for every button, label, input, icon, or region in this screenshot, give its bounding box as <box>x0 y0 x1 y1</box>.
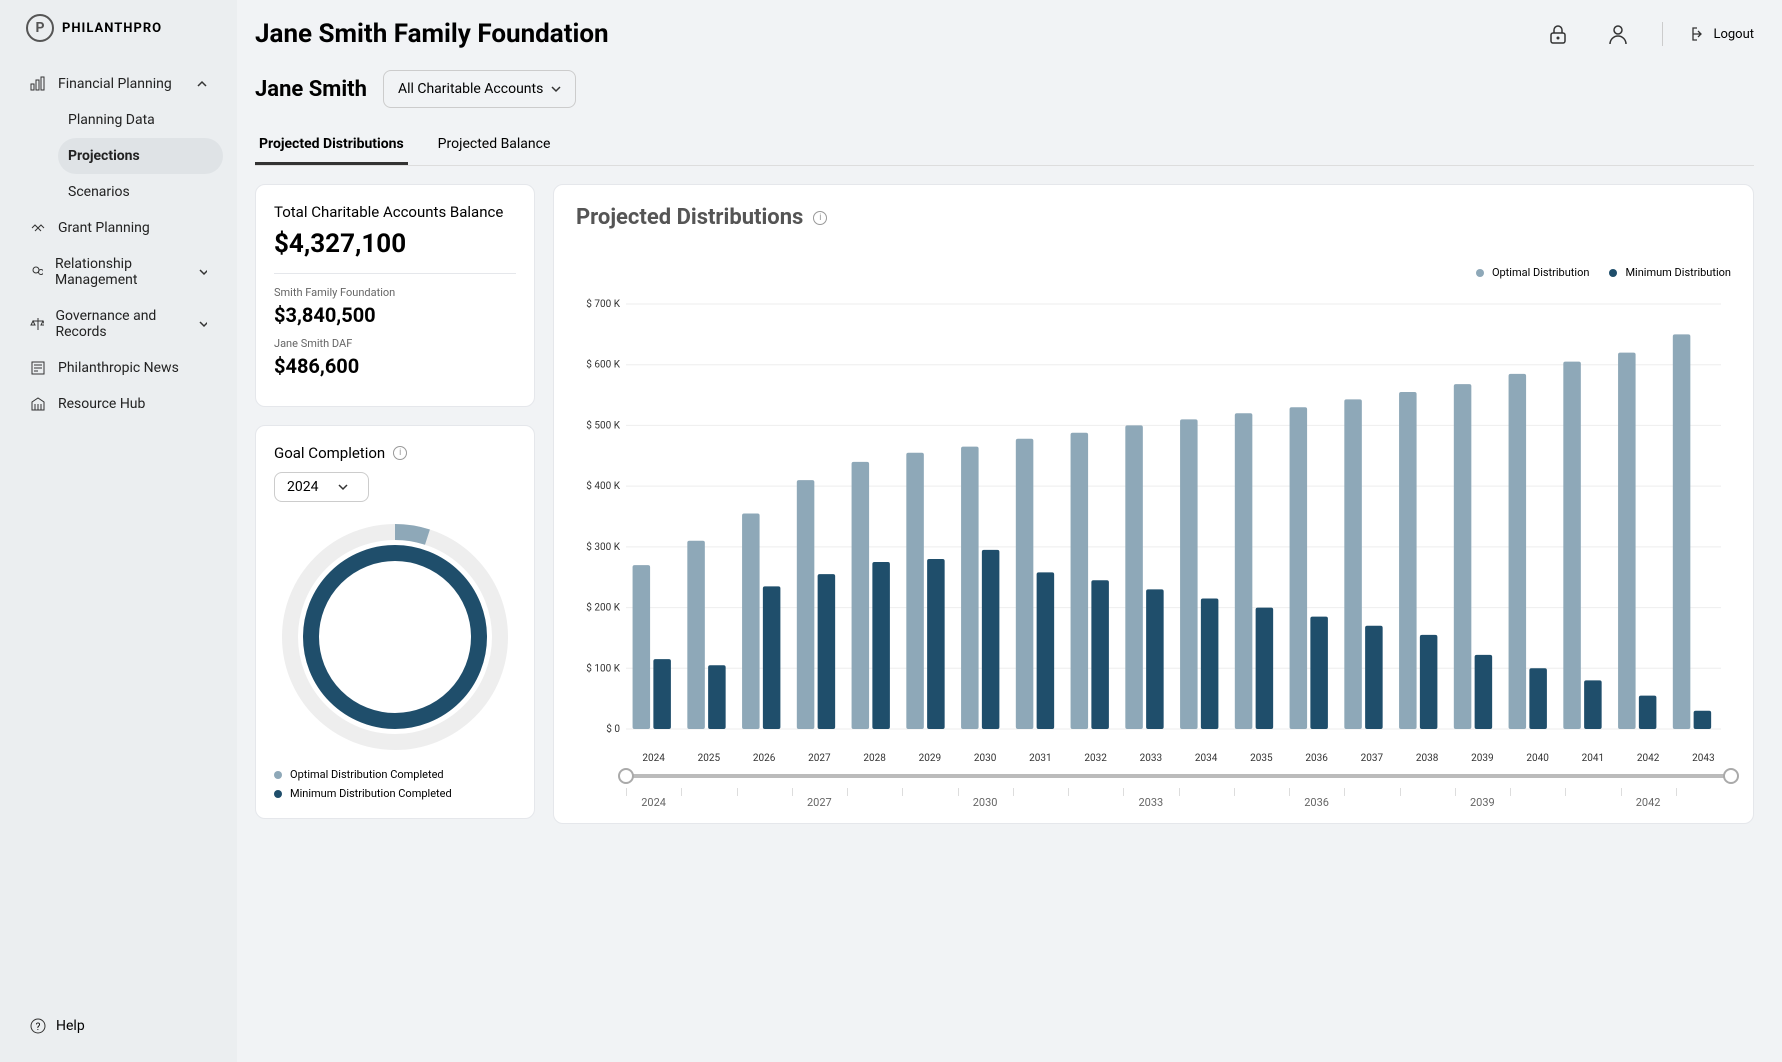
nav-news[interactable]: Philanthropic News <box>14 350 223 386</box>
year-range-slider[interactable] <box>626 770 1731 782</box>
nav-relationship-mgmt[interactable]: Relationship Management <box>14 246 223 298</box>
svg-text:$ 300 K: $ 300 K <box>586 540 620 553</box>
help-icon: ? <box>30 1018 46 1034</box>
handshake-icon <box>30 220 46 236</box>
nav-label: Scenarios <box>68 184 130 200</box>
goal-donut-chart <box>280 522 510 752</box>
svg-text:?: ? <box>36 1022 41 1033</box>
svg-text:$ 600 K: $ 600 K <box>586 358 620 371</box>
svg-text:$ 500 K: $ 500 K <box>586 418 620 431</box>
legend-dot <box>274 771 282 779</box>
logo: PHILANTHPRO <box>0 14 237 66</box>
divider <box>1662 22 1663 46</box>
svg-text:$ 0: $ 0 <box>606 722 620 735</box>
nav-label: Philanthropic News <box>58 360 179 376</box>
legend-label: Optimal Distribution Completed <box>290 768 444 781</box>
nav-label: Resource Hub <box>58 396 145 412</box>
page-title: Jane Smith Family Foundation <box>255 19 609 49</box>
chart-legend: Optimal Distribution Minimum Distributio… <box>1476 260 1731 279</box>
nav-label: Governance and Records <box>56 308 187 340</box>
lock-button[interactable] <box>1542 18 1574 50</box>
balance-total: $4,327,100 <box>274 229 516 259</box>
chart-title: Projected Distributions <box>576 205 803 230</box>
bar-chart: $ 0 $ 100 K $ 200 K $ 300 K $ 400 K $ 500 K $ … <box>576 289 1731 749</box>
slider-handle-right[interactable] <box>1723 768 1739 784</box>
nav-governance[interactable]: Governance and Records <box>14 298 223 350</box>
nav-label: Grant Planning <box>58 220 150 236</box>
help-label: Help <box>56 1018 85 1034</box>
user-icon <box>1607 23 1629 45</box>
chevron-down-icon <box>199 319 207 329</box>
legend-label: Minimum Distribution Completed <box>290 787 452 800</box>
goal-title: Goal Completion i <box>274 444 516 462</box>
nav-scenarios[interactable]: Scenarios <box>58 174 223 210</box>
nav-label: Relationship Management <box>55 256 187 288</box>
info-icon[interactable]: i <box>393 446 407 460</box>
tab-label: Projected Distributions <box>259 136 404 152</box>
goal-year-value: 2024 <box>287 479 318 495</box>
svg-text:$ 200 K: $ 200 K <box>586 601 620 614</box>
nav-grant-planning[interactable]: Grant Planning <box>14 210 223 246</box>
legend-dot <box>1476 269 1484 277</box>
account-select-label: All Charitable Accounts <box>398 81 543 97</box>
legend-label: Optimal Distribution <box>1492 266 1590 279</box>
nav-projections[interactable]: Projections <box>58 138 223 174</box>
subaccount-label: Jane Smith DAF <box>274 337 516 350</box>
building-icon <box>30 396 46 412</box>
chevron-down-icon <box>199 267 207 277</box>
news-icon <box>30 360 46 376</box>
subaccount-label: Smith Family Foundation <box>274 286 516 299</box>
user-name: Jane Smith <box>255 77 367 102</box>
nav-planning-data[interactable]: Planning Data <box>58 102 223 138</box>
account-select[interactable]: All Charitable Accounts <box>383 70 576 108</box>
legend-label: Minimum Distribution <box>1625 266 1731 279</box>
chevron-down-icon <box>551 84 561 94</box>
nav-resource-hub[interactable]: Resource Hub <box>14 386 223 422</box>
lock-icon <box>1547 23 1569 45</box>
logo-icon <box>26 14 54 42</box>
nav-label: Planning Data <box>68 112 155 128</box>
slider-track <box>626 774 1731 778</box>
logout-button[interactable]: Logout <box>1691 26 1754 42</box>
svg-text:$ 700 K: $ 700 K <box>586 297 620 310</box>
tab-projected-distributions[interactable]: Projected Distributions <box>255 126 408 165</box>
balance-card: Total Charitable Accounts Balance $4,327… <box>255 184 535 407</box>
info-icon[interactable]: i <box>813 211 827 225</box>
logout-label: Logout <box>1713 27 1754 42</box>
tab-label: Projected Balance <box>438 136 551 152</box>
slider-handle-left[interactable] <box>618 768 634 784</box>
subaccount-value: $486,600 <box>274 354 516 378</box>
chevron-down-icon <box>338 482 348 492</box>
profile-button[interactable] <box>1602 18 1634 50</box>
nav-label: Financial Planning <box>58 76 172 92</box>
legend-dot <box>274 790 282 798</box>
distributions-chart-card: Projected Distributions i Optimal Distri… <box>553 184 1754 824</box>
goal-title-text: Goal Completion <box>274 444 385 462</box>
svg-text:$ 100 K: $ 100 K <box>586 661 620 674</box>
svg-text:$ 400 K: $ 400 K <box>586 479 620 492</box>
chart-icon <box>30 76 46 92</box>
goal-year-select[interactable]: 2024 <box>274 472 369 502</box>
nav-financial-planning[interactable]: Financial Planning <box>14 66 223 102</box>
legend-dot <box>1609 269 1617 277</box>
balance-title: Total Charitable Accounts Balance <box>274 203 516 221</box>
help-link[interactable]: ? Help <box>0 1018 237 1048</box>
nav-label: Projections <box>68 148 140 164</box>
users-icon <box>30 264 43 280</box>
scales-icon <box>30 316 44 332</box>
logout-icon <box>1691 26 1707 42</box>
goal-card: Goal Completion i 2024 Optimal Distribut… <box>255 425 535 819</box>
goal-legend: Optimal Distribution Completed Minimum D… <box>274 768 516 800</box>
subaccount-value: $3,840,500 <box>274 303 516 327</box>
logo-text: PHILANTHPRO <box>62 21 162 36</box>
chevron-up-icon <box>197 79 207 89</box>
divider <box>274 273 516 274</box>
tab-projected-balance[interactable]: Projected Balance <box>434 126 555 165</box>
